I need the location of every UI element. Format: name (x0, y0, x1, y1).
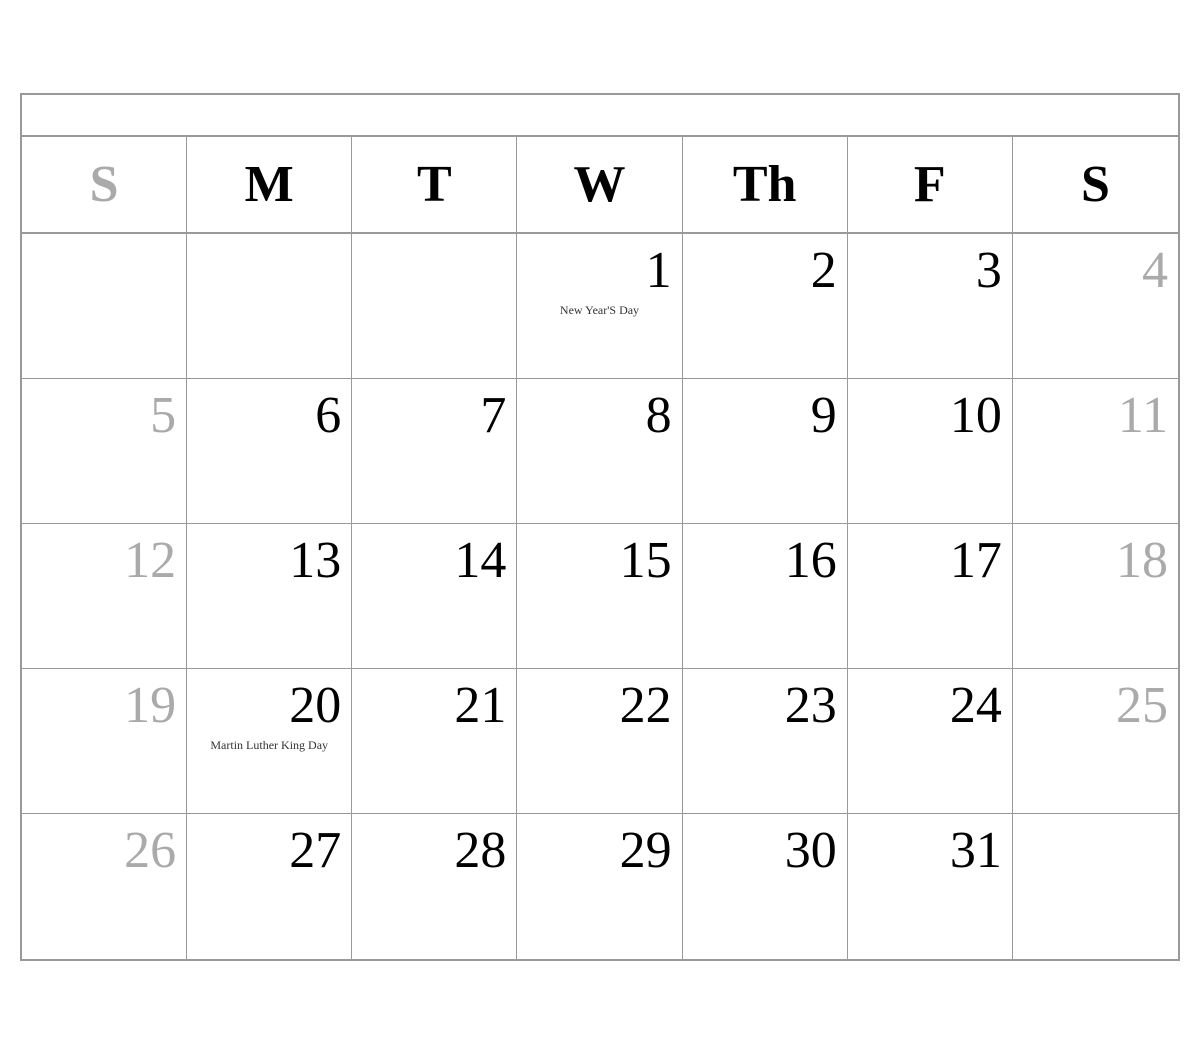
day-number: 28 (362, 822, 506, 879)
day-number: 11 (1023, 387, 1168, 444)
day-number: 4 (1023, 242, 1168, 299)
calendar-cell: 16 (683, 524, 848, 669)
day-number: 26 (32, 822, 176, 879)
day-header-w: W (517, 137, 682, 234)
day-number: 18 (1023, 532, 1168, 589)
calendar-cell: 24 (848, 669, 1013, 814)
calendar-cell: 3 (848, 234, 1013, 379)
calendar-cell: 18 (1013, 524, 1178, 669)
calendar-cell: 11 (1013, 379, 1178, 524)
calendar-cell: 27 (187, 814, 352, 959)
holiday-label: Martin Luther King Day (197, 738, 341, 754)
day-number: 16 (693, 532, 837, 589)
day-number: 5 (32, 387, 176, 444)
day-number: 30 (693, 822, 837, 879)
calendar-cell: 21 (352, 669, 517, 814)
calendar-cell: 4 (1013, 234, 1178, 379)
day-header-s: S (22, 137, 187, 234)
day-number: 9 (693, 387, 837, 444)
calendar-cell: 26 (22, 814, 187, 959)
day-number: 10 (858, 387, 1002, 444)
holiday-label: New Year'S Day (527, 303, 671, 319)
calendar: SMTWThFS1New Year'S Day23456789101112131… (20, 93, 1180, 961)
calendar-grid: SMTWThFS1New Year'S Day23456789101112131… (22, 137, 1178, 959)
calendar-cell: 1 New Year'S Day (517, 234, 682, 379)
calendar-cell: 9 (683, 379, 848, 524)
day-header-f: F (848, 137, 1013, 234)
calendar-cell: 19 (22, 669, 187, 814)
calendar-cell: 12 (22, 524, 187, 669)
calendar-cell: 30 (683, 814, 848, 959)
day-number: 6 (197, 387, 341, 444)
calendar-cell: 7 (352, 379, 517, 524)
day-number: 1 (527, 242, 671, 299)
calendar-cell: 31 (848, 814, 1013, 959)
calendar-cell: 15 (517, 524, 682, 669)
day-number: 14 (362, 532, 506, 589)
calendar-cell: 25 (1013, 669, 1178, 814)
calendar-cell: 17 (848, 524, 1013, 669)
calendar-cell: 29 (517, 814, 682, 959)
day-number: 12 (32, 532, 176, 589)
day-number: 17 (858, 532, 1002, 589)
calendar-cell (352, 234, 517, 379)
day-header-s: S (1013, 137, 1178, 234)
day-number: 8 (527, 387, 671, 444)
calendar-cell: 28 (352, 814, 517, 959)
calendar-cell (1013, 814, 1178, 959)
calendar-cell: 6 (187, 379, 352, 524)
calendar-cell: 14 (352, 524, 517, 669)
calendar-cell: 20 Martin Luther King Day (187, 669, 352, 814)
day-number: 13 (197, 532, 341, 589)
day-number: 2 (693, 242, 837, 299)
day-number: 3 (858, 242, 1002, 299)
day-number: 22 (527, 677, 671, 734)
calendar-cell: 22 (517, 669, 682, 814)
calendar-cell: 23 (683, 669, 848, 814)
day-number: 24 (858, 677, 1002, 734)
calendar-cell: 2 (683, 234, 848, 379)
calendar-title (22, 95, 1178, 137)
day-number: 19 (32, 677, 176, 734)
day-header-t: T (352, 137, 517, 234)
calendar-cell (187, 234, 352, 379)
day-header-m: M (187, 137, 352, 234)
calendar-cell: 13 (187, 524, 352, 669)
day-number: 31 (858, 822, 1002, 879)
calendar-cell: 5 (22, 379, 187, 524)
day-number: 15 (527, 532, 671, 589)
day-header-th: Th (683, 137, 848, 234)
calendar-cell: 10 (848, 379, 1013, 524)
day-number: 29 (527, 822, 671, 879)
calendar-cell (22, 234, 187, 379)
day-number: 25 (1023, 677, 1168, 734)
day-number: 23 (693, 677, 837, 734)
day-number: 21 (362, 677, 506, 734)
day-number: 27 (197, 822, 341, 879)
day-number: 20 (197, 677, 341, 734)
day-number: 7 (362, 387, 506, 444)
calendar-cell: 8 (517, 379, 682, 524)
